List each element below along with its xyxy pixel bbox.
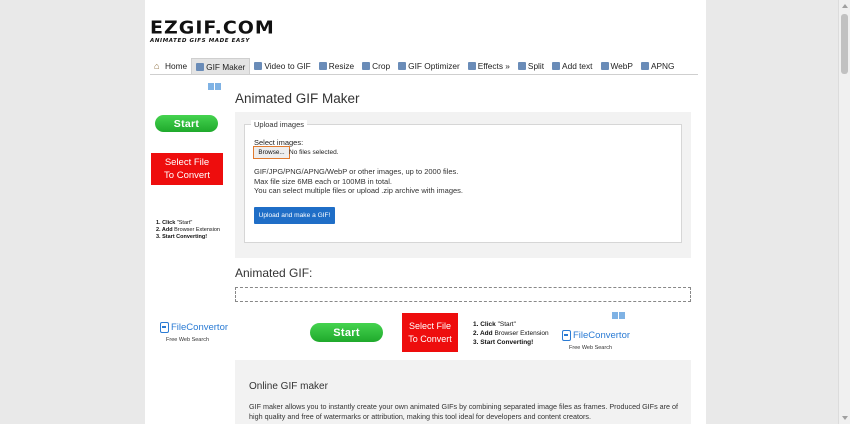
ad-start-button-bottom[interactable]: Start <box>310 323 383 342</box>
home-icon: ⌂ <box>154 61 160 71</box>
effects-icon <box>467 62 476 70</box>
fileconvertor-logo-left[interactable]: FileConvertor <box>160 322 228 333</box>
nav-gif-optimizer[interactable]: GIF Optimizer <box>394 58 464 74</box>
nav-apng[interactable]: APNG <box>637 58 679 74</box>
nav-label: GIF Maker <box>206 61 246 72</box>
nav-label: GIF Optimizer <box>408 61 460 71</box>
crop-icon <box>362 62 371 70</box>
ad-choices-icon-bottom[interactable] <box>612 312 626 319</box>
logo-text: EZGIF.COM <box>150 17 275 39</box>
nav-label: Resize <box>328 61 355 71</box>
fileconvertor-sub-right: Free Web Search <box>569 345 613 351</box>
ad-steps-bottom: 1. Click "Start" 2. Add Browser Extensio… <box>473 321 549 346</box>
nav-label: APNG <box>650 61 675 71</box>
vertical-scrollbar[interactable] <box>838 0 850 424</box>
page-title: Animated GIF Maker <box>235 91 360 106</box>
ad-steps: 1. Click "Start" 2. Add Browser Extensio… <box>156 220 220 240</box>
nav-label: Split <box>527 61 545 71</box>
nav-label: Crop <box>372 61 391 71</box>
fileconvertor-icon <box>160 322 169 333</box>
ad-start-button[interactable]: Start <box>155 115 218 132</box>
video-icon <box>254 62 263 70</box>
gif-maker-icon <box>196 62 205 71</box>
fileconvertor-sub-left: Free Web Search <box>166 337 210 343</box>
optimizer-icon <box>398 62 407 70</box>
nav-label: Home <box>165 61 188 71</box>
fileconvertor-icon <box>562 330 571 341</box>
add-text-icon <box>552 62 561 70</box>
nav-label: Video to GIF <box>264 61 311 71</box>
browse-button[interactable]: Browse... <box>253 146 290 159</box>
online-gif-maker-heading: Online GIF maker <box>249 381 328 392</box>
resize-icon <box>318 62 327 70</box>
nav-webp[interactable]: WebP <box>597 58 637 74</box>
site-logo[interactable]: EZGIF.COM ANIMATED GIFS MADE EASY <box>150 17 275 44</box>
nav-video-to-gif[interactable]: Video to GIF <box>250 58 314 74</box>
upload-info: GIF/JPG/PNG/APNG/WebP or other images, u… <box>254 167 463 195</box>
scroll-down-icon[interactable] <box>842 416 848 420</box>
scrollbar-thumb[interactable] <box>841 14 848 74</box>
nav-add-text[interactable]: Add text <box>548 58 596 74</box>
apng-icon <box>640 62 649 70</box>
ad-select-file-button-bottom[interactable]: Select File To Convert <box>402 313 458 352</box>
nav-crop[interactable]: Crop <box>358 58 394 74</box>
animated-gif-output <box>235 287 691 302</box>
upload-legend: Upload images <box>251 120 308 129</box>
ad-choices-icon[interactable] <box>208 83 222 90</box>
fileconvertor-logo-right[interactable]: FileConvertor <box>562 330 630 341</box>
nav-effects[interactable]: Effects » <box>464 58 514 74</box>
nav-gif-maker[interactable]: GIF Maker <box>191 58 251 74</box>
no-files-text: No files selected. <box>289 149 339 156</box>
ad-select-file-button[interactable]: Select File To Convert <box>151 153 223 185</box>
nav-label: Effects » <box>477 61 510 71</box>
nav-home[interactable]: ⌂ Home <box>150 58 191 74</box>
upload-make-gif-button[interactable]: Upload and make a GIF! <box>254 207 335 224</box>
nav-resize[interactable]: Resize <box>315 58 358 74</box>
nav-split[interactable]: Split <box>514 58 548 74</box>
online-gif-maker-description: GIF maker allows you to instantly create… <box>249 402 679 421</box>
split-icon <box>517 62 526 70</box>
nav-label: WebP <box>610 61 633 71</box>
nav-label: Add text <box>562 61 593 71</box>
logo-tagline: ANIMATED GIFS MADE EASY <box>150 38 251 44</box>
ad-select-file-line2: To Convert <box>164 170 210 181</box>
main-nav: ⌂ Home GIF Maker Video to GIF Resize Crop GIF … <box>150 58 698 75</box>
animated-gif-heading: Animated GIF: <box>235 266 313 280</box>
ad-select-file-line1: Select File <box>164 157 210 168</box>
webp-icon <box>600 62 609 70</box>
scroll-up-icon[interactable] <box>842 4 848 8</box>
